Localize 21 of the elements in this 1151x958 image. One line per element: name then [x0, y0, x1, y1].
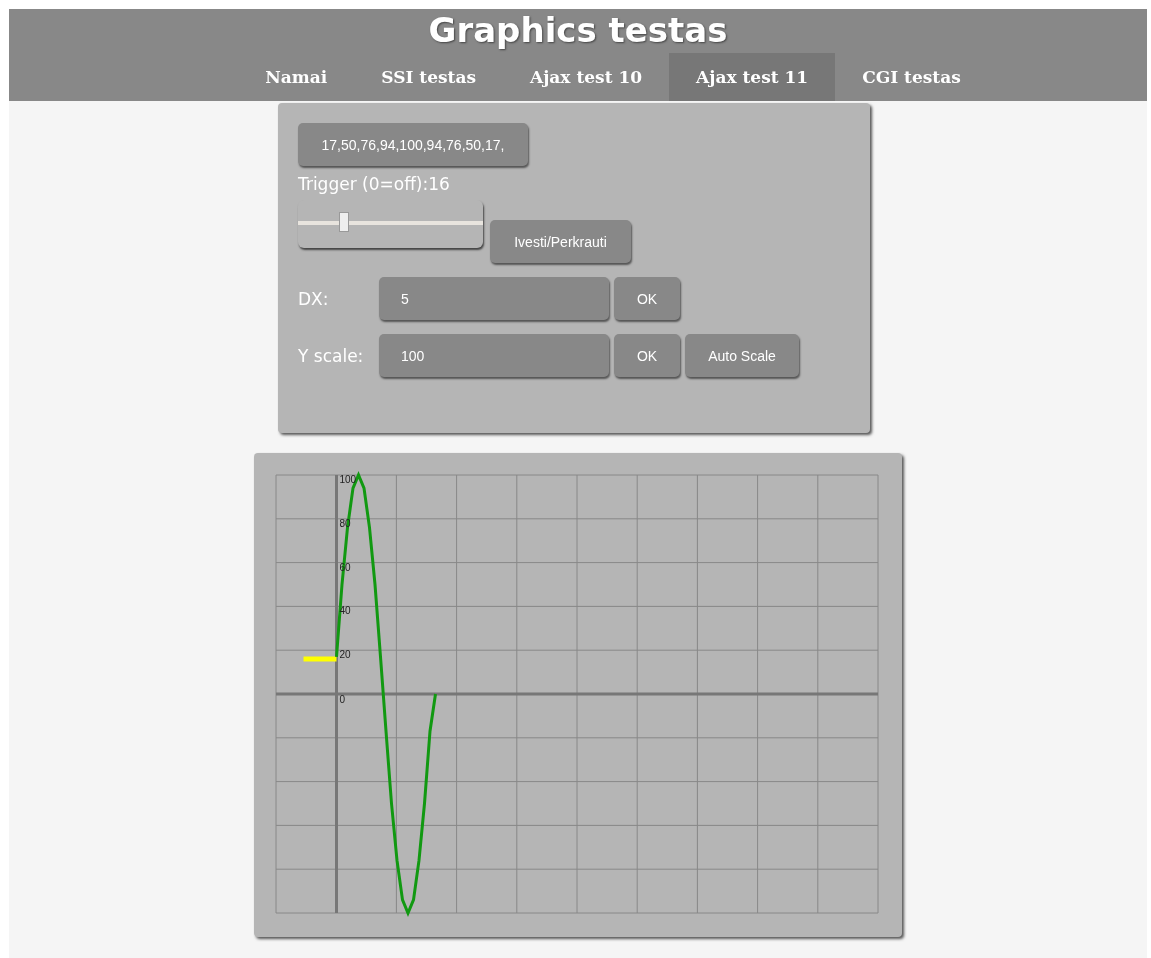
nav-tab[interactable]: Ajax test 10	[503, 53, 670, 101]
data-button[interactable]: 17,50,76,94,100,94,76,50,17,	[298, 123, 528, 166]
nav-tab[interactable]: Ajax test 11	[669, 53, 836, 101]
dx-label: DX:	[298, 288, 330, 309]
y-scale-field[interactable]: 100	[379, 334, 609, 377]
y-scale-label: Y scale:	[298, 345, 365, 366]
trigger-marker	[303, 656, 337, 662]
tick-label: 0	[339, 694, 346, 705]
nav-tab[interactable]: Namai	[238, 53, 355, 101]
nav-tab[interactable]: CGI testas	[835, 53, 988, 101]
ok-button[interactable]: OK	[614, 277, 680, 320]
slider-thumb[interactable]	[339, 212, 350, 232]
dx-field[interactable]: 5	[379, 277, 609, 320]
reload-button[interactable]: Ivesti/Perkrauti	[490, 220, 631, 263]
tick-label: 100	[339, 474, 357, 485]
auto-scale-button[interactable]: Auto Scale	[685, 334, 799, 377]
page-title: Graphics testas	[428, 11, 728, 49]
trigger-label: Trigger (0=off):16	[298, 174, 451, 194]
nav-tab[interactable]: SSI testas	[354, 53, 503, 101]
tick-label: 20	[339, 649, 351, 661]
ok-button[interactable]: OK	[614, 334, 680, 377]
